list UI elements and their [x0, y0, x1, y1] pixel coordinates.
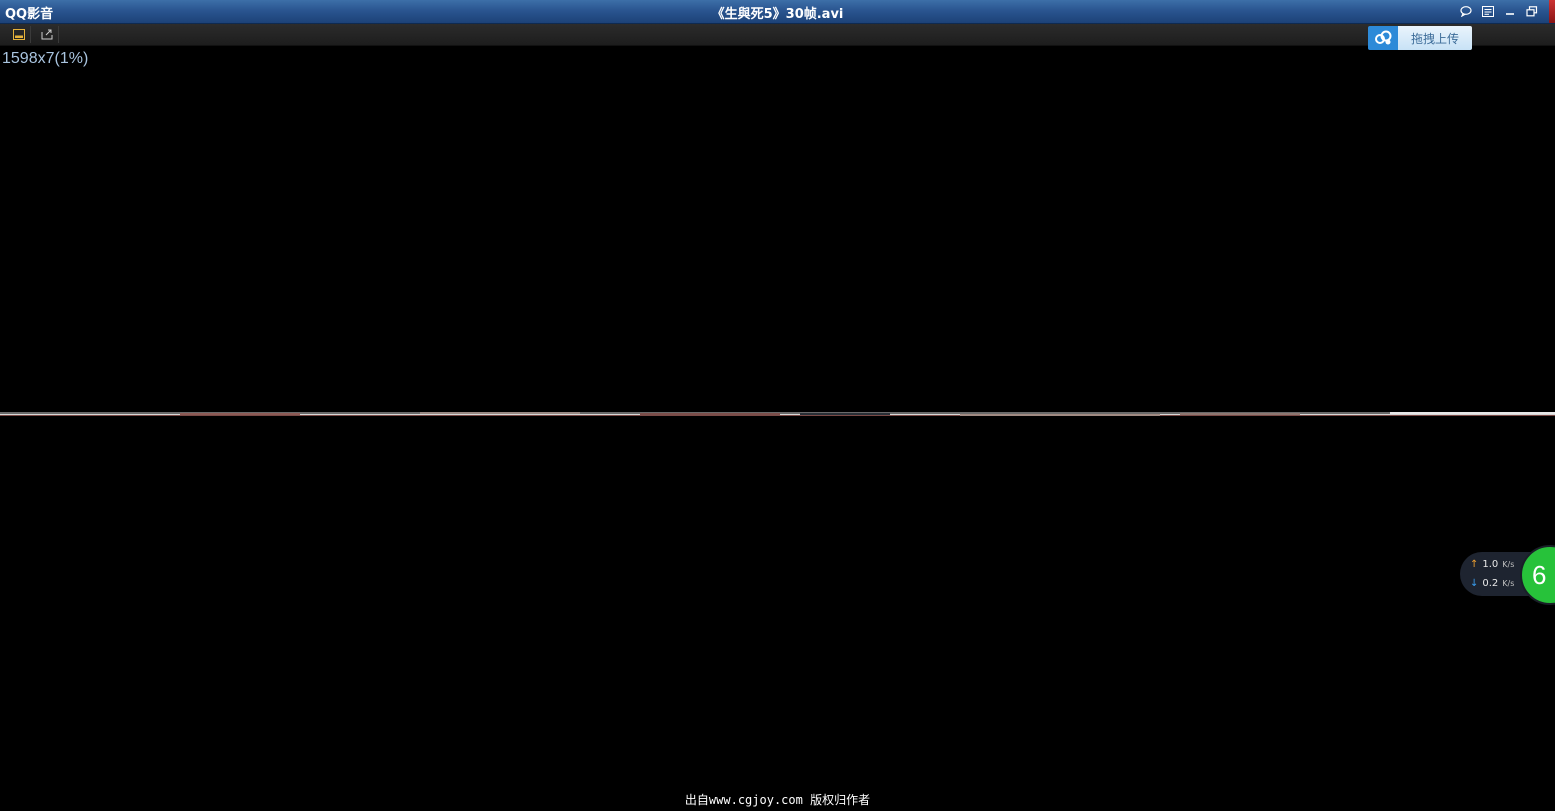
- chat-icon[interactable]: [1458, 4, 1474, 19]
- cloud-upload-icon: [1368, 26, 1398, 50]
- upload-arrow-icon: ↑: [1470, 559, 1479, 570]
- drag-upload-button[interactable]: 拖拽上传: [1368, 26, 1472, 50]
- video-frame-strip: [0, 412, 1555, 416]
- upload-speed-row: ↑ 1.0 K/s: [1470, 559, 1514, 570]
- window-title: 《生與死5》30帧.avi: [711, 7, 844, 22]
- close-button-edge[interactable]: [1549, 0, 1555, 23]
- screenshot-icon[interactable]: [36, 26, 59, 43]
- upload-speed-unit: K/s: [1502, 560, 1515, 569]
- title-bar[interactable]: QQ影音 《生與死5》30帧.avi: [0, 0, 1555, 24]
- restore-icon[interactable]: [1524, 4, 1540, 19]
- upload-speed-value: 1.0: [1482, 559, 1499, 570]
- subtitle-icon[interactable]: [8, 26, 31, 43]
- resolution-overlay: 1598x7(1%): [2, 50, 89, 67]
- download-arrow-icon: ↓: [1470, 578, 1479, 589]
- watermark-text: 出自www.cgjoy.com 版权归作者: [684, 793, 871, 807]
- video-canvas[interactable]: [0, 46, 1555, 811]
- download-speed-unit: K/s: [1502, 579, 1515, 588]
- playlist-icon[interactable]: [1480, 4, 1496, 19]
- gauge-value: 6: [1532, 559, 1547, 590]
- minimize-icon[interactable]: [1502, 4, 1518, 19]
- toolbar: [0, 24, 1555, 46]
- media-player-window: QQ影音 《生與死5》30帧.avi 1598x7(1%) 拖拽上传 ↑ 1.0…: [0, 0, 1555, 811]
- upload-label: 拖拽上传: [1398, 26, 1472, 50]
- download-speed-value: 0.2: [1482, 578, 1499, 589]
- download-speed-row: ↓ 0.2 K/s: [1470, 578, 1514, 589]
